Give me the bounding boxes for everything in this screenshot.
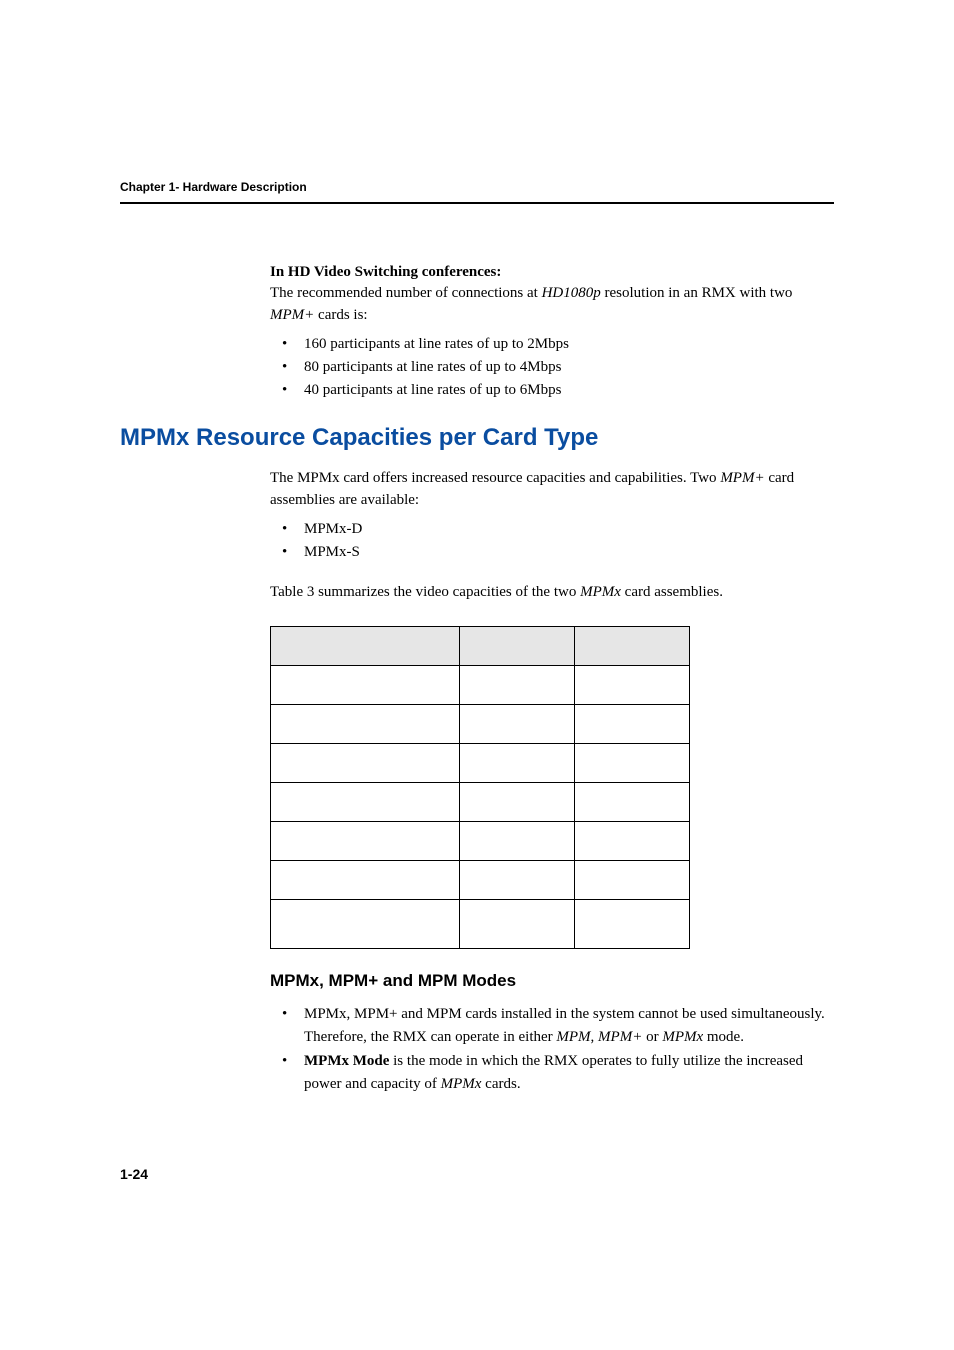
table-row — [271, 744, 690, 783]
text: The MPMx card offers increased resource … — [270, 470, 720, 486]
table-cell — [459, 861, 574, 900]
section-p1: The MPMx card offers increased resource … — [270, 468, 834, 512]
list-item: 40 participants at line rates of up to 6… — [270, 379, 834, 402]
text: or — [642, 1029, 662, 1045]
table-cell — [459, 705, 574, 744]
text-italic: HD1080p — [542, 285, 601, 301]
text: , — [591, 1029, 599, 1045]
list-item: 80 participants at line rates of up to 4… — [270, 356, 834, 379]
table-cell — [271, 900, 460, 949]
capacity-table — [270, 626, 690, 949]
text-bold: MPMx Mode — [304, 1053, 389, 1069]
hd-switching-heading: In HD Video Switching conferences: — [270, 264, 834, 281]
text: Table 3 summarizes the video capacities … — [270, 584, 580, 600]
subsection-title: MPMx, MPM+ and MPM Modes — [270, 971, 834, 991]
modes-bullet-list: MPMx, MPM+ and MPM cards installed in th… — [270, 1003, 834, 1096]
list-item: MPMx, MPM+ and MPM cards installed in th… — [270, 1003, 834, 1050]
text: The recommended number of connections at — [270, 285, 542, 301]
table-cell — [574, 861, 689, 900]
list-item: 160 participants at line rates of up to … — [270, 333, 834, 356]
text: cards. — [481, 1076, 520, 1092]
table-cell — [271, 861, 460, 900]
section-p2: Table 3 summarizes the video capacities … — [270, 582, 834, 604]
text: cards is: — [314, 307, 367, 323]
table-cell — [574, 900, 689, 949]
table-row — [271, 822, 690, 861]
table-row — [271, 900, 690, 949]
table-cell — [271, 822, 460, 861]
table-cell — [574, 666, 689, 705]
text-italic: MPM+ — [270, 307, 314, 323]
table-cell — [574, 822, 689, 861]
list-item: MPMx-S — [270, 541, 834, 564]
table-header-cell — [459, 627, 574, 666]
table-header-row — [271, 627, 690, 666]
text-italic: MPMx — [580, 584, 621, 600]
text-italic: MPM+ — [720, 470, 764, 486]
list-item: MPMx-D — [270, 518, 834, 541]
table-cell — [459, 900, 574, 949]
table-cell — [574, 744, 689, 783]
table-cell — [459, 744, 574, 783]
intro-paragraph: The recommended number of connections at… — [270, 283, 834, 327]
page-number: 1-24 — [120, 1166, 834, 1182]
table-row — [271, 666, 690, 705]
table-row — [271, 783, 690, 822]
table-cell — [574, 705, 689, 744]
text-italic: MPMx — [441, 1076, 482, 1092]
text-italic: MPM+ — [598, 1029, 642, 1045]
list-item: MPMx Mode is the mode in which the RMX o… — [270, 1050, 834, 1097]
section-title: MPMx Resource Capacities per Card Type — [120, 424, 834, 452]
table-header-cell — [271, 627, 460, 666]
table-header-cell — [574, 627, 689, 666]
table-cell — [271, 744, 460, 783]
text: card assemblies. — [621, 584, 723, 600]
text: resolution in an RMX with two — [601, 285, 793, 301]
text: mode. — [703, 1029, 744, 1045]
running-header: Chapter 1- Hardware Description — [120, 180, 834, 194]
text-italic: MPM — [556, 1029, 590, 1045]
table-row — [271, 705, 690, 744]
table-cell — [459, 822, 574, 861]
table-cell — [271, 666, 460, 705]
table-cell — [574, 783, 689, 822]
text-italic: MPMx — [662, 1029, 703, 1045]
table-cell — [271, 705, 460, 744]
table-cell — [459, 783, 574, 822]
assembly-bullet-list: MPMx-D MPMx-S — [270, 518, 834, 565]
table-cell — [271, 783, 460, 822]
table-row — [271, 861, 690, 900]
intro-bullet-list: 160 participants at line rates of up to … — [270, 333, 834, 403]
table-cell — [459, 666, 574, 705]
header-rule — [120, 202, 834, 204]
